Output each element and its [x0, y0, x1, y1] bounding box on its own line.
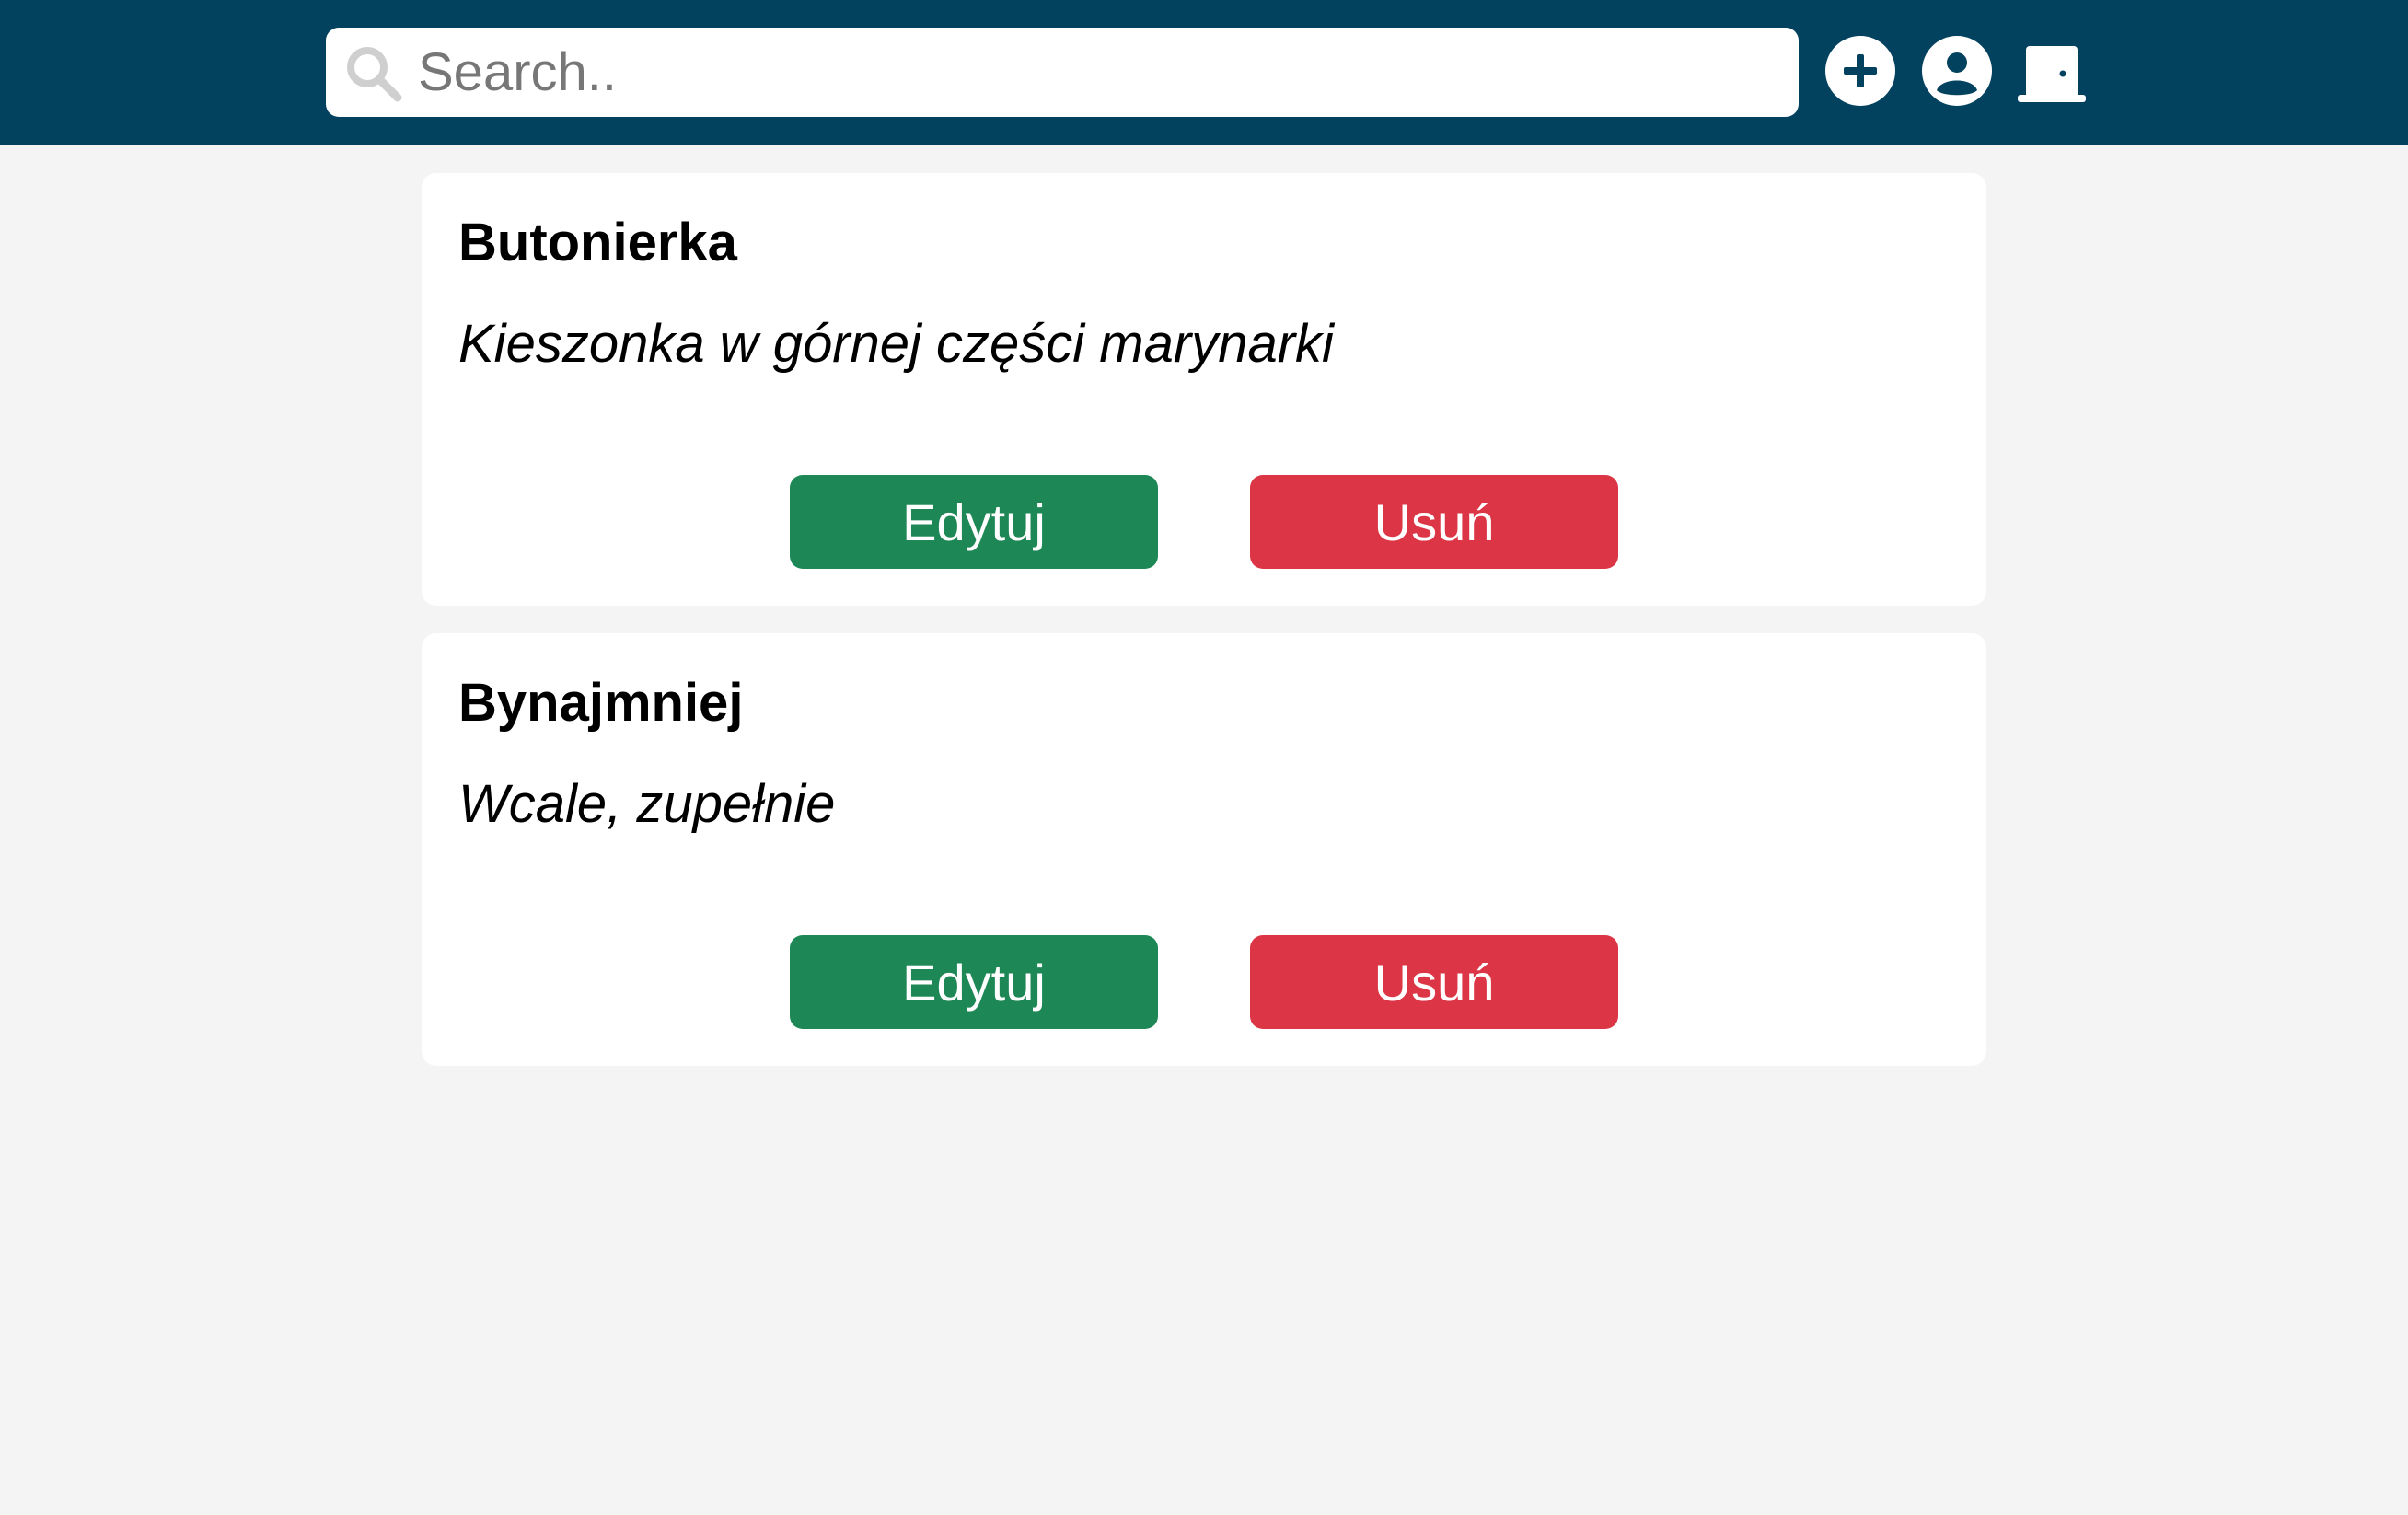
search-icon: [347, 47, 402, 102]
search-bar[interactable]: [326, 28, 1799, 117]
delete-button[interactable]: Usuń: [1250, 935, 1618, 1029]
edit-button[interactable]: Edytuj: [790, 475, 1158, 569]
plus-circle-icon[interactable]: [1824, 35, 1896, 107]
top-navbar: [0, 0, 2408, 145]
search-input[interactable]: [418, 28, 1780, 117]
edit-button[interactable]: Edytuj: [790, 935, 1158, 1029]
entry-term: Bynajmniej: [458, 673, 744, 733]
delete-button[interactable]: Usuń: [1250, 475, 1618, 569]
entry-term: Butonierka: [458, 213, 737, 272]
user-circle-icon[interactable]: [1921, 35, 1993, 107]
entry-definition: Kieszonka w górnej części marynarki: [458, 314, 1334, 374]
entry-card: Bynajmniej Wcale, zupełnie Edytuj Usuń: [422, 633, 1986, 1066]
entry-card: Butonierka Kieszonka w górnej części mar…: [422, 173, 1986, 606]
door-icon[interactable]: [2016, 35, 2088, 107]
entry-definition: Wcale, zupełnie: [458, 774, 836, 834]
